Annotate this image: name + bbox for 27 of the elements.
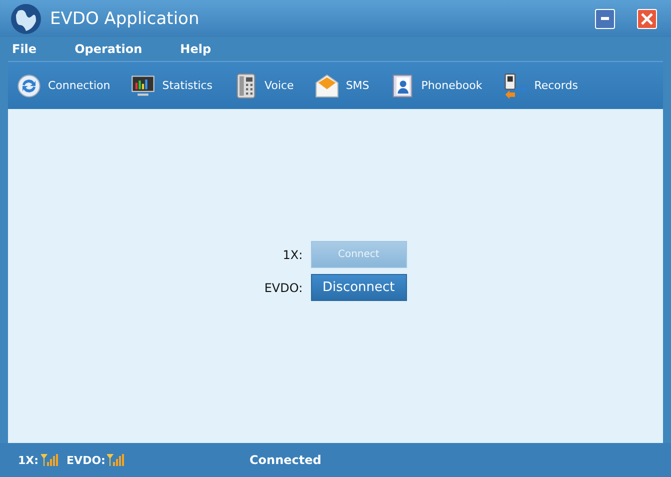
connection-status: Connected bbox=[249, 453, 322, 467]
toolbar-button[interactable]: SMS bbox=[306, 66, 374, 106]
signal-icon bbox=[107, 454, 126, 466]
toolbar-button[interactable]: Connection bbox=[8, 66, 114, 106]
menu-item[interactable]: Operation bbox=[70, 42, 154, 56]
close-button[interactable] bbox=[637, 8, 657, 28]
menu-item[interactable]: Help bbox=[176, 42, 224, 56]
disconnect-button[interactable]: Disconnect bbox=[310, 274, 407, 301]
globe-icon bbox=[10, 2, 42, 34]
mail-icon bbox=[314, 72, 340, 98]
signal-icon bbox=[40, 454, 59, 466]
toolbar-button[interactable]: Voice bbox=[224, 66, 298, 106]
connection-label: EVDO: bbox=[264, 280, 303, 294]
window-title: EVDO Application bbox=[50, 8, 200, 28]
monitor-icon bbox=[130, 72, 156, 98]
toolbar-button[interactable]: Phonebook bbox=[381, 66, 486, 106]
toolbar-button[interactable]: Statistics bbox=[122, 66, 217, 106]
minimize-button[interactable] bbox=[595, 8, 615, 28]
toolbar-button[interactable]: Records bbox=[494, 66, 582, 106]
close-icon bbox=[641, 12, 653, 24]
transfer-icon bbox=[502, 72, 528, 98]
minimize-icon bbox=[601, 16, 609, 20]
menu-item[interactable]: File bbox=[8, 42, 49, 56]
signal-label: 1X: bbox=[18, 454, 39, 466]
connection-label: 1X: bbox=[282, 248, 303, 262]
signal-label: EVDO: bbox=[66, 454, 106, 466]
sync-icon bbox=[16, 72, 42, 98]
